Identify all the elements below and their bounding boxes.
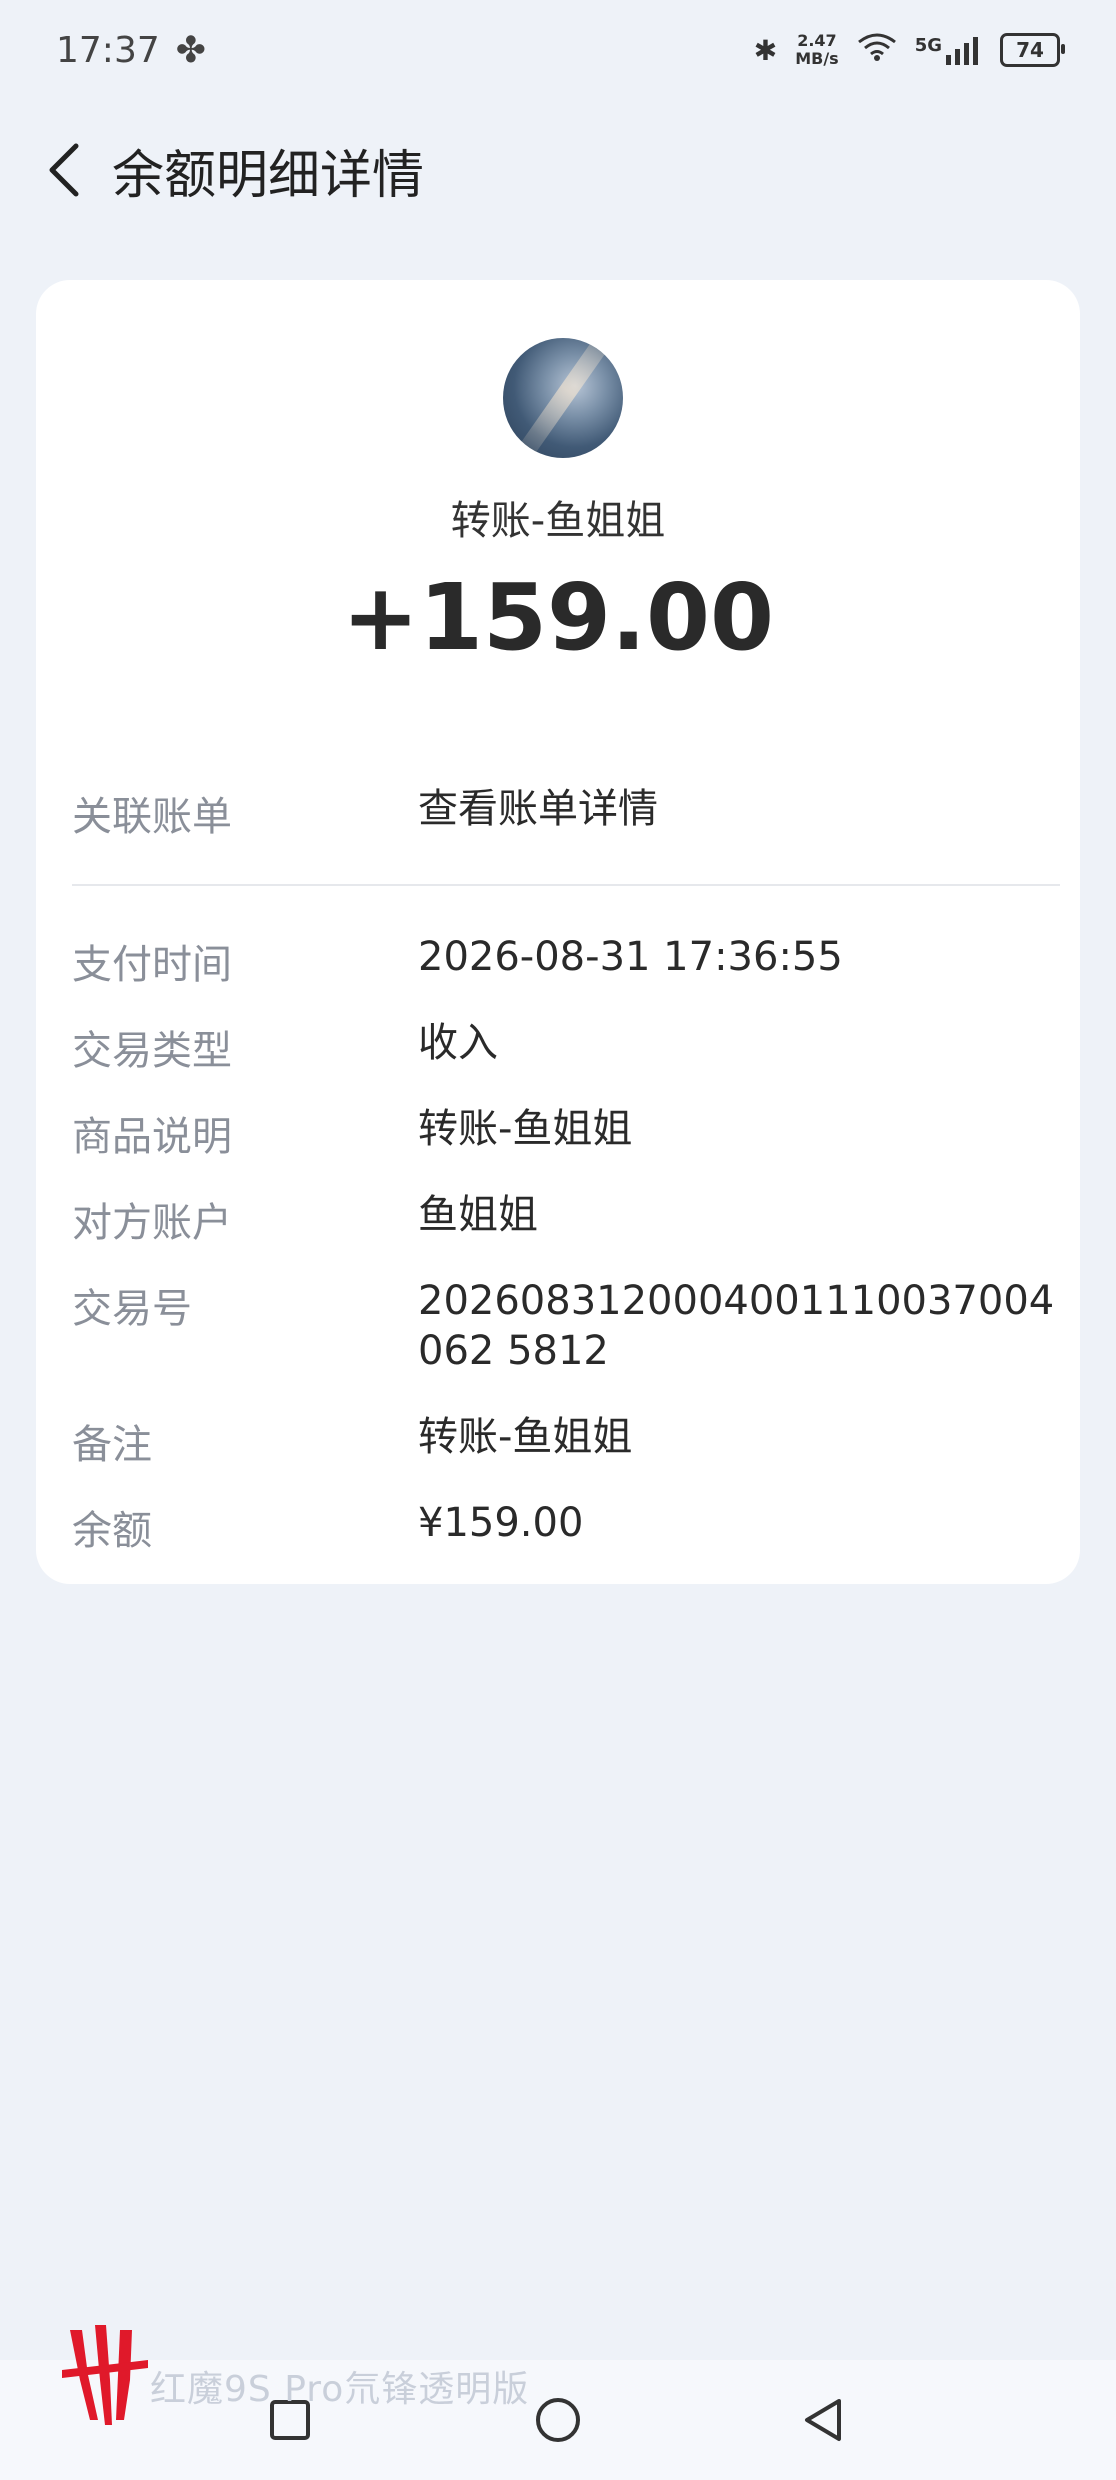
avatar [503,338,623,458]
brand-logo-icon [62,2325,148,2425]
page-header: 余额明细详情 [0,120,1116,220]
net-speed-unit: MB/s [795,49,839,68]
signal-bars-icon [946,37,978,65]
detail-label: 支付时间 [72,942,232,988]
detail-label: 商品说明 [72,1114,232,1160]
wifi-icon [857,32,897,69]
status-right: ✱ 2.47 MB/s 5G 74 [753,32,1065,69]
detail-label: 余额 [72,1508,152,1554]
transaction-amount: +159.00 [341,564,775,671]
network-speed: 2.47 MB/s [795,32,838,68]
divider [72,884,1060,886]
circle-icon [536,2398,580,2442]
status-time: 17:37 [56,29,160,71]
view-bill-link[interactable]: 查看账单详情 [418,784,1058,834]
status-bar: 17:37 ✤ ✱ 2.47 MB/s 5G 74 [0,0,1116,100]
back-nav-button[interactable] [792,2390,852,2450]
triangle-back-icon [805,2399,841,2441]
detail-value: 转账-鱼姐姐 [418,1414,633,1460]
device-watermark: 红魔9S Pro氘锋透明版 [150,2369,530,2410]
bluetooth-icon: ✱ [753,33,778,67]
detail-value: 转账-鱼姐姐 [418,1106,633,1152]
detail-label: 交易类型 [72,1028,232,1074]
status-left: 17:37 ✤ [56,30,206,71]
detail-value: 2026083120004001110037004062 5812 [418,1278,1055,1374]
detail-label: 备注 [72,1422,152,1468]
battery-level: 74 [1016,38,1044,62]
detail-label: 对方账户 [72,1200,232,1246]
transaction-card: 转账-鱼姐姐 +159.00 关联账单 查看账单详情 支付时间 2026-08-… [36,280,1080,1584]
detail-value: ¥159.00 [418,1500,584,1546]
detail-value: 2026-08-31 17:36:55 [418,934,843,980]
home-button[interactable] [528,2390,588,2450]
net-speed-value: 2.47 [797,31,837,50]
fan-icon: ✤ [175,29,206,71]
cellular-signal: 5G [915,35,982,65]
chevron-left-icon [49,143,79,197]
signal-label: 5G [914,35,942,56]
back-button[interactable] [34,130,94,210]
detail-value: 收入 [418,1020,498,1066]
page-title: 余额明细详情 [112,145,425,206]
detail-label: 交易号 [72,1286,192,1332]
related-bill-label: 关联账单 [72,794,232,840]
battery-indicator: 74 [1000,33,1065,67]
detail-value: 鱼姐姐 [418,1192,538,1238]
payee-name: 转账-鱼姐姐 [450,498,666,544]
